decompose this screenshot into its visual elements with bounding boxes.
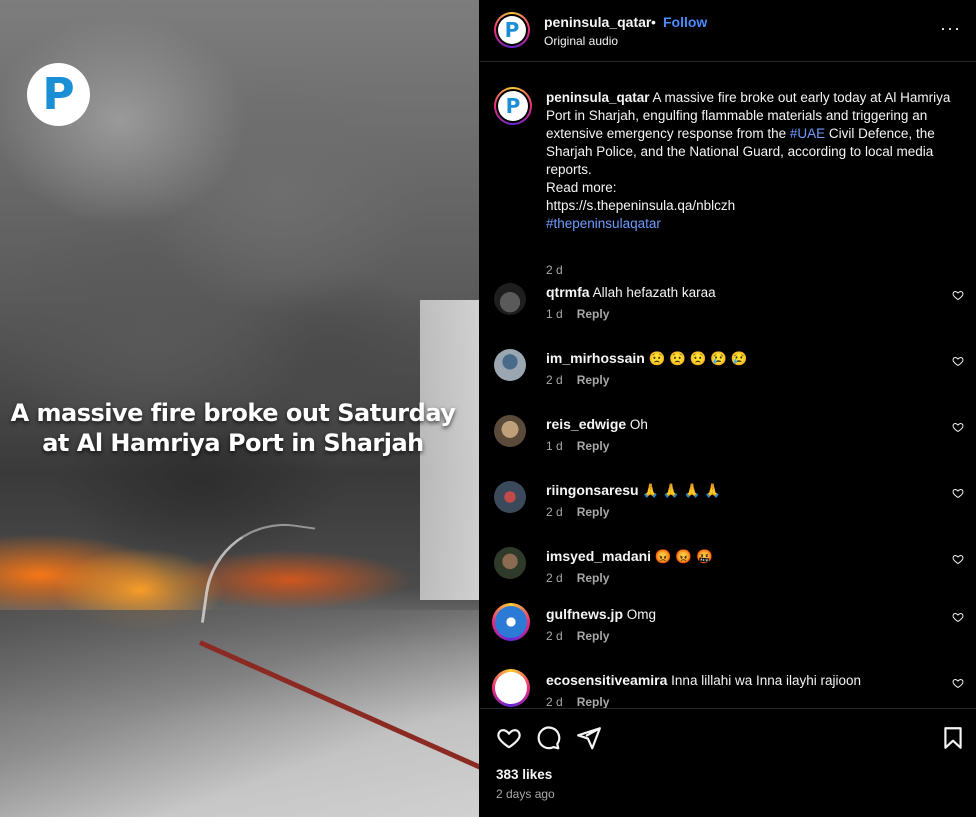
reply-button[interactable]: Reply [577,439,610,453]
comment-username[interactable]: imsyed_madani [546,548,651,564]
bookmark-icon[interactable] [940,725,966,751]
action-bar: 383 likes 2 days ago [480,708,976,817]
comment-meta: 2 d Reply [546,505,609,519]
comment-avatar[interactable] [494,349,526,381]
media-overlay-caption: A massive fire broke out Saturday at Al … [0,398,466,458]
reply-button[interactable]: Reply [577,505,610,519]
comment-avatar[interactable] [494,481,526,513]
heart-icon[interactable] [496,725,522,751]
comment-text: Oh [629,417,648,432]
reply-button[interactable]: Reply [577,373,610,387]
more-options-icon[interactable]: ··· [940,18,961,39]
comment-username[interactable]: ecosensitiveamira [546,672,667,688]
caption-hashtag[interactable]: #thepeninsulaqatar [546,215,966,233]
comment-avatar[interactable] [492,669,530,707]
comment-username[interactable]: qtrmfa [546,284,590,300]
reply-button[interactable]: Reply [577,629,610,643]
comment-time: 2 d [546,629,563,643]
header-separator: • [651,14,656,30]
comment-body: gulfnews.jp Omg [546,605,926,624]
post-side-panel: P peninsula_qatar • Follow Original audi… [480,0,976,817]
comment-item: riingonsaresu 🙏 🙏 🙏 🙏 2 d Reply [494,481,964,547]
comment-body: qtrmfa Allah hefazath karaa [546,283,926,302]
caption-link: https://s.thepeninsula.qa/nblczh [546,198,736,213]
comment-like-icon[interactable] [952,421,964,433]
comment-body: riingonsaresu 🙏 🙏 🙏 🙏 [546,481,926,500]
media-logo-letter: P [42,68,75,120]
comment-item: qtrmfa Allah hefazath karaa 1 d Reply [494,283,964,349]
comments-list[interactable]: P peninsula_qatar A massive fire broke o… [480,63,976,708]
comment-icon[interactable] [535,725,561,751]
comment-item: im_mirhossain 😟 😟 😟 😢 😢 2 d Reply [494,349,964,415]
media-water-spray [200,513,316,637]
caption-avatar[interactable]: P [494,87,532,125]
comment-username[interactable]: reis_edwige [546,416,626,432]
comment-avatar[interactable] [492,603,530,641]
post-date[interactable]: 2 days ago [496,787,555,801]
comment-text: 😡 😡 🤬 [654,549,713,564]
comment-item: imsyed_madani 😡 😡 🤬 2 d Reply [494,547,964,613]
comment-meta: 2 d Reply [546,571,609,585]
comment-meta: 2 d Reply [546,373,609,387]
original-audio-link[interactable]: Original audio [544,34,618,48]
comment-like-icon[interactable] [952,677,964,689]
header-avatar[interactable]: P [494,12,530,48]
comment-time: 2 d [546,695,563,708]
comment-item: gulfnews.jp Omg 2 d Reply [492,603,964,671]
comment-text: Inna lillahi wa Inna ilayhi rajioon [671,673,862,688]
follow-button[interactable]: Follow [663,14,707,30]
comment-meta: 2 d Reply [546,629,609,643]
overlay-line-1: A massive fire broke out Saturday [10,399,456,427]
comment-meta: 1 d Reply [546,439,609,453]
comment-username[interactable]: gulfnews.jp [546,606,623,622]
comment-username[interactable]: riingonsaresu [546,482,639,498]
post-media[interactable]: P A massive fire broke out Saturday at A… [0,0,479,817]
caption-time: 2 d [546,263,563,277]
comment-meta: 2 d Reply [546,695,609,708]
comment-meta: 1 d Reply [546,307,609,321]
caption-hashtag-uae[interactable]: #UAE [790,126,825,141]
comment-text: 😟 😟 😟 😢 😢 [648,351,748,366]
caption-read-more: Read more: [546,180,617,195]
comment-body: imsyed_madani 😡 😡 🤬 [546,547,926,566]
reply-button[interactable]: Reply [577,571,610,585]
header-avatar-logo: P [498,16,526,44]
caption-text: peninsula_qatar A massive fire broke out… [546,89,966,233]
comment-time: 1 d [546,307,563,321]
reply-button[interactable]: Reply [577,307,610,321]
comment-body: ecosensitiveamira Inna lillahi wa Inna i… [546,671,926,690]
comment-time: 1 d [546,439,563,453]
comment-avatar[interactable] [494,415,526,447]
comment-item: reis_edwige Oh 1 d Reply [494,415,964,481]
comment-like-icon[interactable] [952,355,964,367]
comment-body: reis_edwige Oh [546,415,926,434]
reply-button[interactable]: Reply [577,695,610,708]
media-ground [0,610,479,817]
likes-count[interactable]: 383 likes [496,767,552,782]
comment-avatar[interactable] [494,283,526,315]
comment-item: ecosensitiveamira Inna lillahi wa Inna i… [492,669,964,708]
caption-username[interactable]: peninsula_qatar [546,90,650,105]
post-header: P peninsula_qatar • Follow Original audi… [480,0,976,62]
comment-time: 2 d [546,571,563,585]
comment-username[interactable]: im_mirhossain [546,350,645,366]
comment-time: 2 d [546,373,563,387]
comment-text: 🙏 🙏 🙏 🙏 [642,483,721,498]
comment-like-icon[interactable] [952,487,964,499]
share-icon[interactable] [576,725,602,751]
comment-time: 2 d [546,505,563,519]
comment-avatar[interactable] [494,547,526,579]
comment-body: im_mirhossain 😟 😟 😟 😢 😢 [546,349,926,368]
caption-avatar-logo: P [498,91,528,121]
header-username[interactable]: peninsula_qatar [544,14,651,30]
overlay-line-2: at Al Hamriya Port in Sharjah [42,429,424,457]
comment-like-icon[interactable] [952,611,964,623]
comment-text: Omg [626,607,657,622]
comment-like-icon[interactable] [952,289,964,301]
comment-like-icon[interactable] [952,553,964,565]
media-peninsula-logo: P [27,63,90,126]
comment-text: Allah hefazath karaa [592,285,716,300]
